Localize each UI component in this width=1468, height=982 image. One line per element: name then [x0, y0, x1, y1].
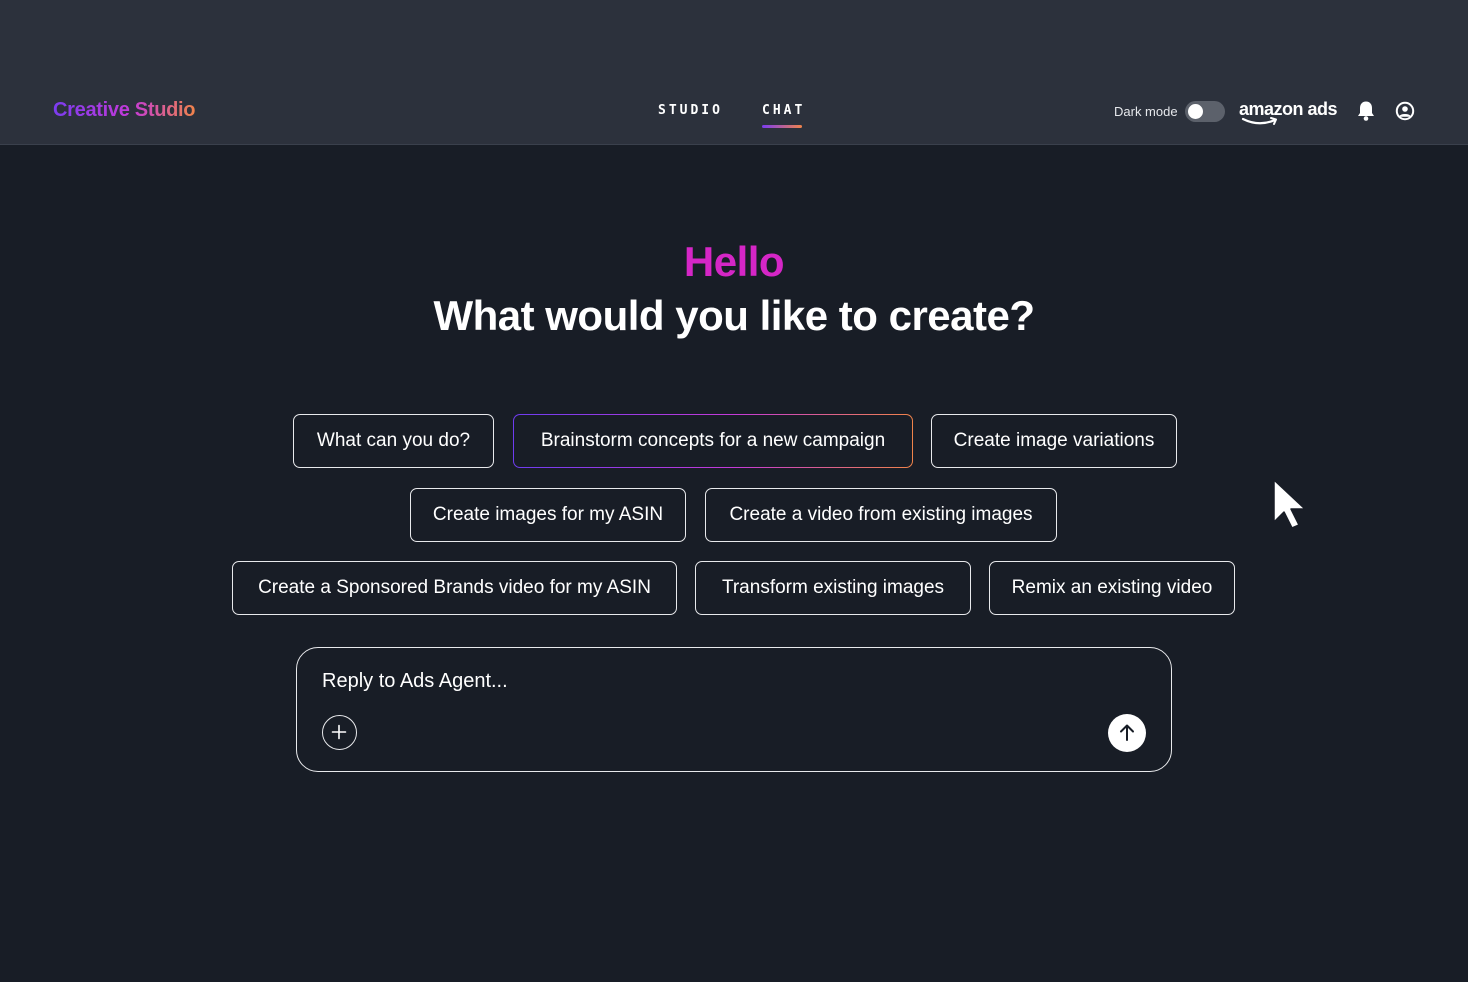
send-button[interactable]	[1108, 714, 1146, 752]
brand-logo[interactable]: Creative Studio	[53, 99, 196, 122]
add-attachment-button[interactable]	[322, 715, 357, 750]
suggestion-chip[interactable]: Create a video from existing images	[705, 488, 1057, 542]
mouse-cursor-icon	[1273, 479, 1306, 529]
suggestion-chip[interactable]: What can you do?	[293, 414, 494, 468]
suggestion-chip[interactable]: Transform existing images	[695, 561, 971, 615]
tab-studio[interactable]: STUDIO	[658, 103, 723, 118]
suggestion-chip-highlighted[interactable]: Brainstorm concepts for a new campaign	[513, 414, 913, 468]
bell-icon[interactable]	[1356, 100, 1376, 127]
amazon-ads-logo[interactable]: amazon ads	[1239, 96, 1339, 130]
suggestion-chip[interactable]: Create image variations	[931, 414, 1177, 468]
suggestion-chip[interactable]: Create images for my ASIN	[410, 488, 686, 542]
tab-chat[interactable]: CHAT	[762, 103, 805, 118]
dark-mode-label: Dark mode	[1114, 104, 1178, 119]
greeting-heading: Hello	[683, 238, 785, 285]
suggestion-chip[interactable]: Create a Sponsored Brands video for my A…	[232, 561, 677, 615]
amazon-smile-icon	[1241, 117, 1277, 125]
prompt-heading: What would you like to create?	[433, 292, 1035, 339]
dark-mode-toggle[interactable]	[1185, 101, 1225, 122]
plus-icon	[331, 724, 347, 740]
toggle-knob	[1188, 104, 1203, 119]
composer-input[interactable]: Reply to Ads Agent...	[322, 670, 508, 693]
arrow-up-icon	[1120, 724, 1134, 741]
top-navigation-bar: Creative Studio STUDIO CHAT Dark mode am…	[0, 0, 1468, 145]
message-composer[interactable]: Reply to Ads Agent...	[296, 647, 1172, 772]
user-account-icon[interactable]	[1395, 100, 1415, 127]
suggestion-chip[interactable]: Remix an existing video	[989, 561, 1235, 615]
active-tab-indicator	[762, 125, 802, 128]
